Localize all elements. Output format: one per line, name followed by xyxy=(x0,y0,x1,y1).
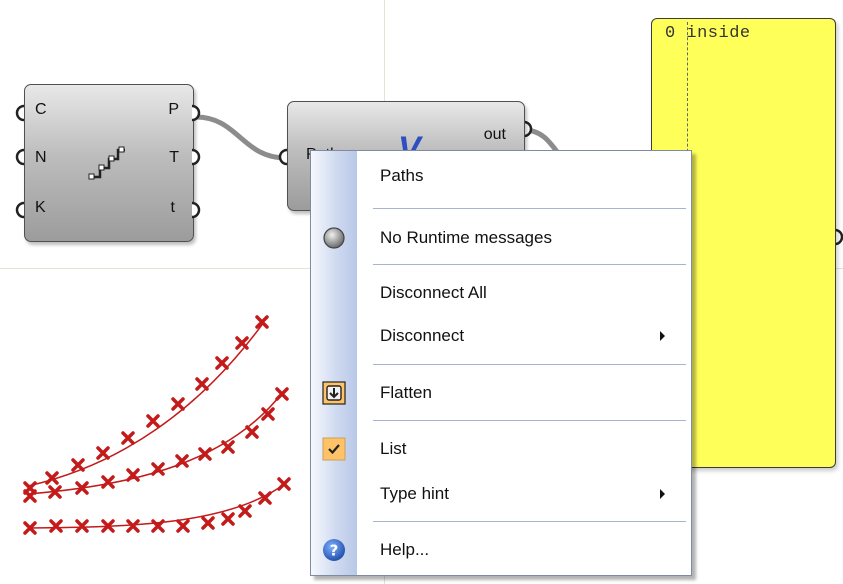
menu-separator xyxy=(373,420,686,421)
menu-separator xyxy=(373,208,686,209)
panel-text: 0 inside xyxy=(665,24,751,43)
menu-item-list[interactable]: List xyxy=(311,429,691,469)
flatten-icon xyxy=(322,381,346,405)
menu-label-type-hint: Type hint xyxy=(380,484,449,503)
menu-item-runtime-messages[interactable]: No Runtime messages xyxy=(311,218,691,258)
context-menu[interactable]: Paths No Runtime messages Disconnect All… xyxy=(310,150,692,576)
check-icon xyxy=(322,437,346,461)
status-circle-icon xyxy=(323,227,345,249)
menu-label-disconnect: Disconnect xyxy=(380,326,465,345)
menu-label-disconnect-all: Disconnect All xyxy=(380,283,487,302)
menu-separator xyxy=(373,521,686,522)
menu-label-help: Help... xyxy=(380,540,430,559)
menu-item-flatten[interactable]: Flatten xyxy=(311,373,691,413)
submenu-arrow-icon xyxy=(660,489,665,499)
menu-item-disconnect[interactable]: Disconnect xyxy=(311,316,691,356)
menu-separator xyxy=(373,364,686,365)
name-field[interactable]: Paths xyxy=(373,159,578,193)
menu-label-runtime: No Runtime messages xyxy=(380,228,552,247)
grasshopper-canvas[interactable]: C N K P T t out Path V xyxy=(0,0,843,584)
menu-label-flatten: Flatten xyxy=(380,383,432,402)
menu-label-list: List xyxy=(380,439,407,458)
menu-item-disconnect-all[interactable]: Disconnect All xyxy=(311,273,691,313)
menu-item-type-hint[interactable]: Type hint xyxy=(311,474,691,514)
help-icon: ? xyxy=(323,539,345,561)
submenu-arrow-icon xyxy=(660,331,665,341)
menu-item-help[interactable]: ? Help... xyxy=(311,530,691,570)
param-output-label: out xyxy=(483,126,506,143)
svg-text:?: ? xyxy=(330,542,339,560)
menu-separator xyxy=(373,264,686,265)
name-field-value[interactable]: Paths xyxy=(380,159,423,193)
